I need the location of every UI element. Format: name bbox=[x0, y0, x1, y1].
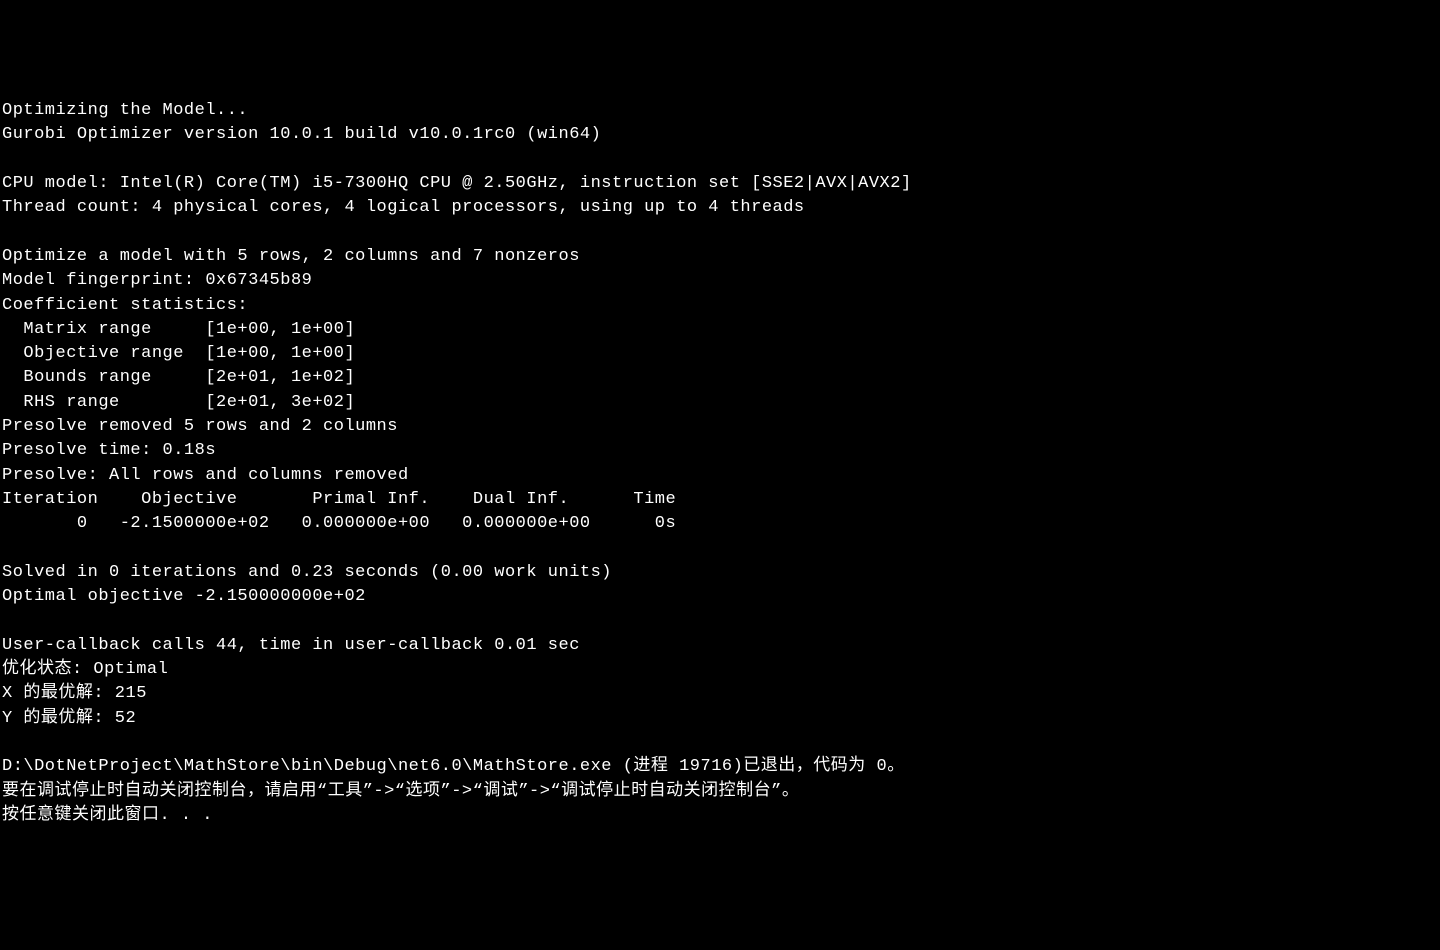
output-line: 按任意键关闭此窗口. . . bbox=[2, 806, 213, 825]
output-line: Matrix range [1e+00, 1e+00] bbox=[2, 320, 355, 339]
output-line: Bounds range [2e+01, 1e+02] bbox=[2, 368, 355, 387]
output-line: Thread count: 4 physical cores, 4 logica… bbox=[2, 198, 805, 217]
output-line: Presolve removed 5 rows and 2 columns bbox=[2, 417, 398, 436]
terminal-output[interactable]: Optimizing the Model... Gurobi Optimizer… bbox=[2, 99, 1440, 828]
output-line: Presolve: All rows and columns removed bbox=[2, 466, 409, 485]
output-line: Objective range [1e+00, 1e+00] bbox=[2, 344, 355, 363]
output-line: 优化状态: Optimal bbox=[2, 660, 168, 679]
output-line: Optimizing the Model... bbox=[2, 101, 248, 120]
output-line: Optimal objective -2.150000000e+02 bbox=[2, 587, 366, 606]
output-line: Model fingerprint: 0x67345b89 bbox=[2, 271, 312, 290]
output-line: CPU model: Intel(R) Core(TM) i5-7300HQ C… bbox=[2, 174, 912, 193]
output-line: Solved in 0 iterations and 0.23 seconds … bbox=[2, 563, 612, 582]
output-line: 0 -2.1500000e+02 0.000000e+00 0.000000e+… bbox=[2, 514, 676, 533]
output-line: 要在调试停止时自动关闭控制台，请启用“工具”->“选项”->“调试”->“调试停… bbox=[2, 782, 799, 801]
output-line: User-callback calls 44, time in user-cal… bbox=[2, 636, 580, 655]
output-line: RHS range [2e+01, 3e+02] bbox=[2, 393, 355, 412]
output-line: Gurobi Optimizer version 10.0.1 build v1… bbox=[2, 125, 601, 144]
output-line: Optimize a model with 5 rows, 2 columns … bbox=[2, 247, 580, 266]
output-line: Iteration Objective Primal Inf. Dual Inf… bbox=[2, 490, 676, 509]
output-line: D:\DotNetProject\MathStore\bin\Debug\net… bbox=[2, 757, 905, 776]
output-line: Presolve time: 0.18s bbox=[2, 441, 216, 460]
output-line: Y 的最优解: 52 bbox=[2, 709, 136, 728]
output-line: Coefficient statistics: bbox=[2, 296, 248, 315]
output-line: X 的最优解: 215 bbox=[2, 684, 147, 703]
